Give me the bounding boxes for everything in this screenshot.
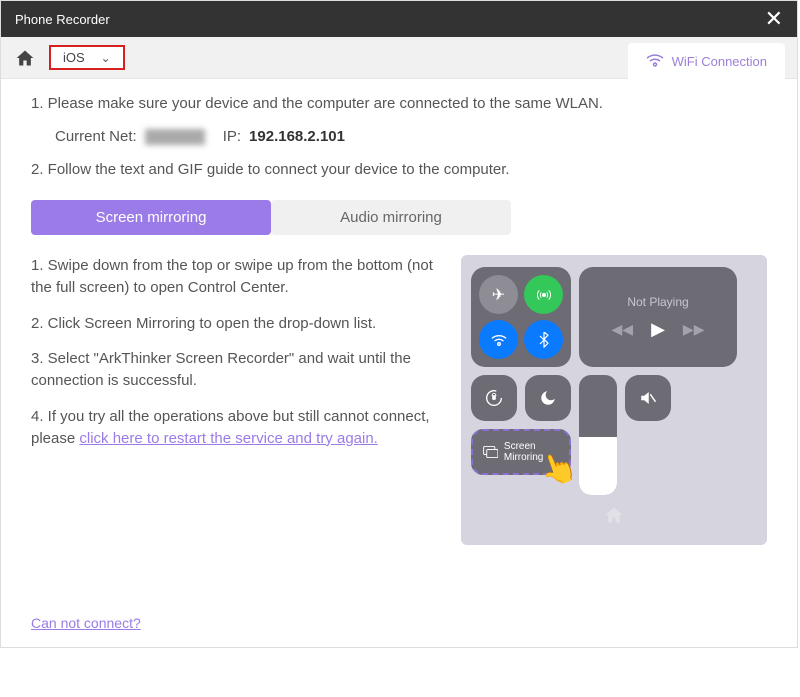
control-center-preview: ✈ Not Playing ◀◀ <box>461 255 767 545</box>
ip-value: 192.168.2.101 <box>249 128 345 145</box>
step-4: 4. If you try all the operations above b… <box>31 406 441 450</box>
step-3: 3. Select "ArkThinker Screen Recorder" a… <box>31 348 441 392</box>
play-icon: ▶ <box>651 319 665 340</box>
bluetooth-icon <box>524 320 563 359</box>
restart-service-link[interactable]: click here to restart the service and tr… <box>79 430 377 447</box>
network-name-blurred <box>145 129 205 145</box>
tab-audio-mirroring[interactable]: Audio mirroring <box>271 200 511 235</box>
network-info: Current Net: IP: 192.168.2.101 <box>55 128 767 145</box>
music-tile: Not Playing ◀◀ ▶ ▶▶ <box>579 267 737 367</box>
wifi-bubble-icon <box>479 320 518 359</box>
mirroring-tabs: Screen mirroring Audio mirroring <box>31 200 767 235</box>
current-net-label: Current Net: <box>55 128 137 145</box>
brightness-slider: ☀ <box>579 375 617 495</box>
brightness-icon: ☀ <box>592 468 605 485</box>
cellular-icon <box>524 275 563 314</box>
dnd-moon-icon <box>525 375 571 421</box>
wifi-connection-button[interactable]: WiFi Connection <box>628 43 785 80</box>
connectivity-tile: ✈ <box>471 267 571 367</box>
airplane-icon: ✈ <box>479 275 518 314</box>
wifi-icon <box>646 53 664 70</box>
screen-mirroring-tile: Screen Mirroring 👆 <box>471 429 571 475</box>
toolbar: iOS ⌄ WiFi Connection <box>1 37 797 79</box>
step-2: 2. Click Screen Mirroring to open the dr… <box>31 313 441 335</box>
titlebar: Phone Recorder ✕ <box>1 1 797 37</box>
step-1: 1. Swipe down from the top or swipe up f… <box>31 255 441 299</box>
next-track-icon: ▶▶ <box>683 321 705 338</box>
home-icon[interactable] <box>13 46 37 70</box>
window-title: Phone Recorder <box>15 12 110 27</box>
dropdown-value: iOS <box>63 50 85 65</box>
tab-screen-mirroring[interactable]: Screen mirroring <box>31 200 271 235</box>
rotation-lock-icon <box>471 375 517 421</box>
content-area: 1. Please make sure your device and the … <box>1 79 797 647</box>
ip-label: IP: <box>223 128 241 145</box>
home-app-icon <box>471 505 757 530</box>
wifi-label: WiFi Connection <box>672 54 767 69</box>
platform-dropdown[interactable]: iOS ⌄ <box>49 45 125 70</box>
chevron-down-icon: ⌄ <box>101 51 111 65</box>
cannot-connect-link[interactable]: Can not connect? <box>31 615 141 631</box>
mute-icon <box>625 375 671 421</box>
close-icon[interactable]: ✕ <box>765 6 783 32</box>
instruction-2: 2. Follow the text and GIF guide to conn… <box>31 159 767 180</box>
prev-track-icon: ◀◀ <box>612 321 634 338</box>
steps-panel: 1. Swipe down from the top or swipe up f… <box>31 255 441 545</box>
instruction-1: 1. Please make sure your device and the … <box>31 93 767 114</box>
not-playing-label: Not Playing <box>627 295 688 309</box>
